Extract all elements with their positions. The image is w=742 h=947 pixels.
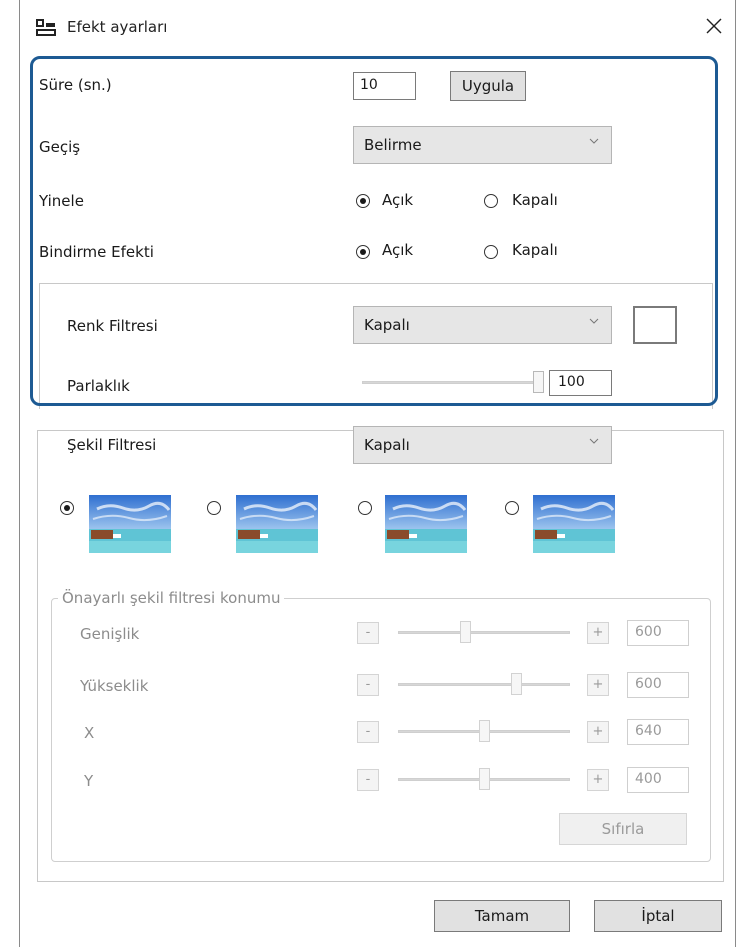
brightness-input[interactable]: 100 bbox=[549, 370, 612, 396]
window-title: Efekt ayarları bbox=[67, 18, 168, 36]
apply-button[interactable]: Uygula bbox=[450, 71, 526, 101]
y-input[interactable]: 400 bbox=[627, 767, 689, 793]
repeat-off-radio[interactable] bbox=[484, 194, 498, 208]
transition-selected: Belirme bbox=[364, 136, 422, 154]
width-label: Genişlik bbox=[80, 625, 140, 643]
shape-option-2-image[interactable] bbox=[236, 495, 318, 553]
repeat-on-radio[interactable] bbox=[356, 194, 370, 208]
shape-option-1-image[interactable] bbox=[89, 495, 171, 553]
brightness-label: Parlaklık bbox=[67, 377, 130, 395]
duration-input[interactable]: 10 bbox=[353, 72, 416, 100]
brightness-slider-thumb[interactable] bbox=[533, 371, 544, 393]
height-plus-button[interactable]: + bbox=[587, 674, 609, 696]
shape-option-4-image[interactable] bbox=[533, 495, 615, 553]
shape-option-2-radio[interactable] bbox=[207, 501, 221, 515]
width-slider-thumb[interactable] bbox=[460, 621, 471, 643]
width-plus-button[interactable]: + bbox=[587, 622, 609, 644]
shape-filter-label: Şekil Filtresi bbox=[67, 436, 157, 454]
chevron-down-icon bbox=[589, 438, 599, 444]
height-slider-thumb[interactable] bbox=[511, 673, 522, 695]
overlay-on-radio[interactable] bbox=[356, 245, 370, 259]
transition-select[interactable]: Belirme bbox=[353, 126, 612, 164]
y-minus-button[interactable]: - bbox=[357, 769, 379, 791]
shape-option-3-image[interactable] bbox=[385, 495, 467, 553]
slideshow-icon bbox=[36, 19, 56, 36]
color-filter-select[interactable]: Kapalı bbox=[353, 306, 612, 344]
shape-filter-selected: Kapalı bbox=[364, 436, 410, 454]
overlay-on-label: Açık bbox=[382, 241, 414, 259]
overlay-off-label: Kapalı bbox=[512, 241, 558, 259]
chevron-down-icon bbox=[589, 318, 599, 324]
x-input[interactable]: 640 bbox=[627, 719, 689, 745]
shape-option-4-radio[interactable] bbox=[505, 501, 519, 515]
shape-option-1-radio[interactable] bbox=[60, 501, 74, 515]
color-swatch-button[interactable] bbox=[633, 306, 677, 344]
duration-label: Süre (sn.) bbox=[39, 76, 112, 94]
preset-position-group-label: Önayarlı şekil filtresi konumu bbox=[58, 589, 285, 607]
close-icon[interactable] bbox=[700, 12, 728, 40]
x-plus-button[interactable]: + bbox=[587, 721, 609, 743]
height-input[interactable]: 600 bbox=[627, 672, 689, 698]
shape-filter-select[interactable]: Kapalı bbox=[353, 426, 612, 464]
overlay-off-radio[interactable] bbox=[484, 245, 498, 259]
highlight-frame bbox=[30, 56, 718, 406]
color-filter-selected: Kapalı bbox=[364, 316, 410, 334]
transition-label: Geçiş bbox=[39, 138, 81, 156]
overlay-label: Bindirme Efekti bbox=[39, 243, 154, 261]
repeat-off-label: Kapalı bbox=[512, 191, 558, 209]
repeat-label: Yinele bbox=[39, 192, 84, 210]
width-minus-button[interactable]: - bbox=[357, 622, 379, 644]
y-plus-button[interactable]: + bbox=[587, 769, 609, 791]
x-slider-thumb[interactable] bbox=[479, 720, 490, 742]
shape-option-3-radio[interactable] bbox=[358, 501, 372, 515]
height-label: Yükseklik bbox=[80, 677, 149, 695]
brightness-slider-track[interactable] bbox=[362, 381, 542, 384]
y-label: Y bbox=[84, 772, 94, 790]
chevron-down-icon bbox=[589, 138, 599, 144]
height-minus-button[interactable]: - bbox=[357, 674, 379, 696]
y-slider-thumb[interactable] bbox=[479, 768, 490, 790]
color-filter-label: Renk Filtresi bbox=[67, 317, 158, 335]
cancel-button[interactable]: İptal bbox=[594, 900, 722, 932]
width-input[interactable]: 600 bbox=[627, 620, 689, 646]
x-label: X bbox=[84, 724, 95, 742]
ok-button[interactable]: Tamam bbox=[434, 900, 570, 932]
width-slider-track[interactable] bbox=[398, 631, 570, 634]
x-minus-button[interactable]: - bbox=[357, 721, 379, 743]
reset-button[interactable]: Sıfırla bbox=[559, 813, 687, 845]
height-slider-track[interactable] bbox=[398, 683, 570, 686]
repeat-on-label: Açık bbox=[382, 191, 414, 209]
